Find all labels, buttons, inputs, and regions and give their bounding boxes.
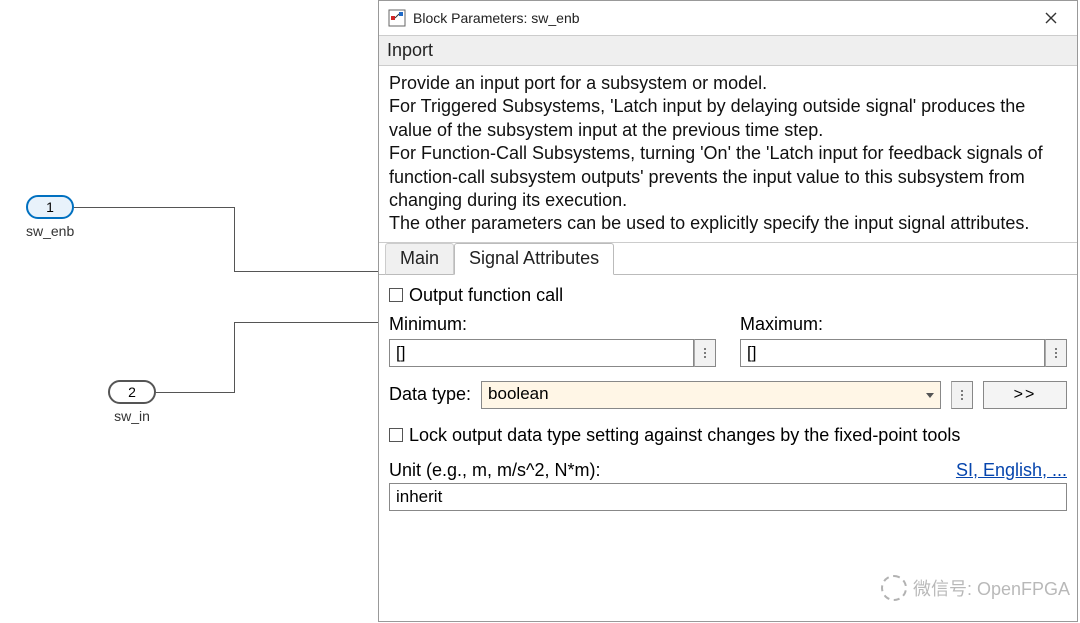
dialog-titlebar[interactable]: Block Parameters: sw_enb	[379, 1, 1077, 35]
inport-block-sw-enb[interactable]: 1 sw_enb	[26, 195, 74, 239]
unit-input[interactable]	[389, 483, 1067, 511]
block-parameters-dialog: Block Parameters: sw_enb Inport Provide …	[378, 0, 1078, 622]
data-type-expand-button[interactable]: >>	[983, 381, 1067, 409]
wire	[74, 207, 234, 208]
close-icon	[1045, 12, 1057, 24]
tab-panel-signal-attributes: Output function call Minimum: Maximum:	[379, 275, 1077, 621]
dialog-description: Provide an input port for a subsystem or…	[379, 66, 1077, 243]
maximum-label: Maximum:	[740, 314, 1067, 335]
output-function-call-row[interactable]: Output function call	[389, 285, 1067, 306]
simulink-canvas: 1 sw_enb 2 sw_in Block Parameters: sw_en…	[0, 0, 1080, 623]
port-label: sw_in	[108, 408, 156, 424]
wire	[234, 322, 380, 323]
dialog-title: Block Parameters: sw_enb	[413, 10, 1031, 26]
minimum-input[interactable]	[389, 339, 694, 367]
maximum-input[interactable]	[740, 339, 1045, 367]
wire	[234, 271, 380, 272]
port-index: 1	[46, 199, 54, 215]
tab-main[interactable]: Main	[385, 243, 454, 275]
wire	[234, 322, 235, 393]
lock-datatype-label: Lock output data type setting against ch…	[409, 425, 960, 446]
unit-help-link[interactable]: SI, English, ...	[956, 460, 1067, 481]
maximum-more-button[interactable]	[1045, 339, 1067, 367]
minimum-label: Minimum:	[389, 314, 716, 335]
tab-signal-attributes[interactable]: Signal Attributes	[454, 243, 614, 275]
lock-datatype-checkbox[interactable]	[389, 428, 403, 442]
wire	[234, 207, 235, 271]
port-label: sw_enb	[26, 223, 74, 239]
port-oval: 1	[26, 195, 74, 219]
data-type-label: Data type:	[389, 384, 471, 405]
data-type-select[interactable]: boolean	[481, 381, 941, 409]
output-function-call-label: Output function call	[409, 285, 563, 306]
simulink-icon	[387, 8, 407, 28]
wire	[156, 392, 234, 393]
dialog-body: Inport Provide an input port for a subsy…	[379, 35, 1077, 621]
output-function-call-checkbox[interactable]	[389, 288, 403, 302]
port-index: 2	[128, 384, 136, 400]
tabs: Main Signal Attributes	[379, 243, 1077, 275]
close-button[interactable]	[1031, 3, 1071, 33]
data-type-value: boolean	[488, 384, 549, 403]
unit-label: Unit (e.g., m, m/s^2, N*m):	[389, 460, 600, 481]
data-type-assistant-button[interactable]	[951, 381, 973, 409]
inport-block-sw-in[interactable]: 2 sw_in	[108, 380, 156, 424]
section-title: Inport	[379, 35, 1077, 66]
minimum-more-button[interactable]	[694, 339, 716, 367]
port-oval: 2	[108, 380, 156, 404]
